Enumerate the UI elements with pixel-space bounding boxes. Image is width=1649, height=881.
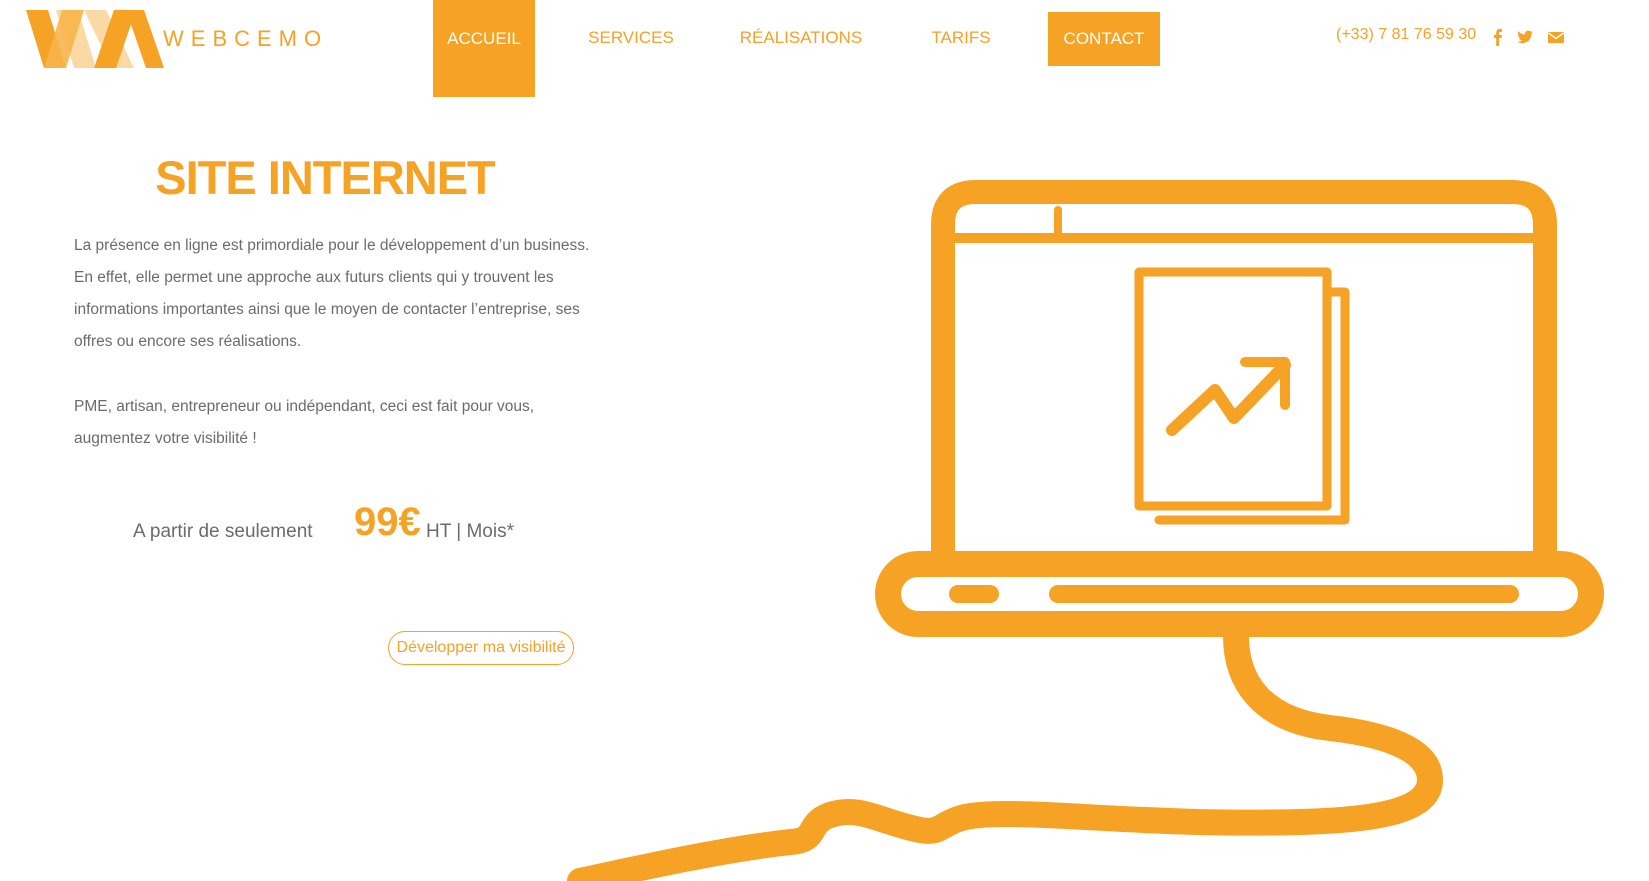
laptop-illustration: [567, 180, 1604, 881]
